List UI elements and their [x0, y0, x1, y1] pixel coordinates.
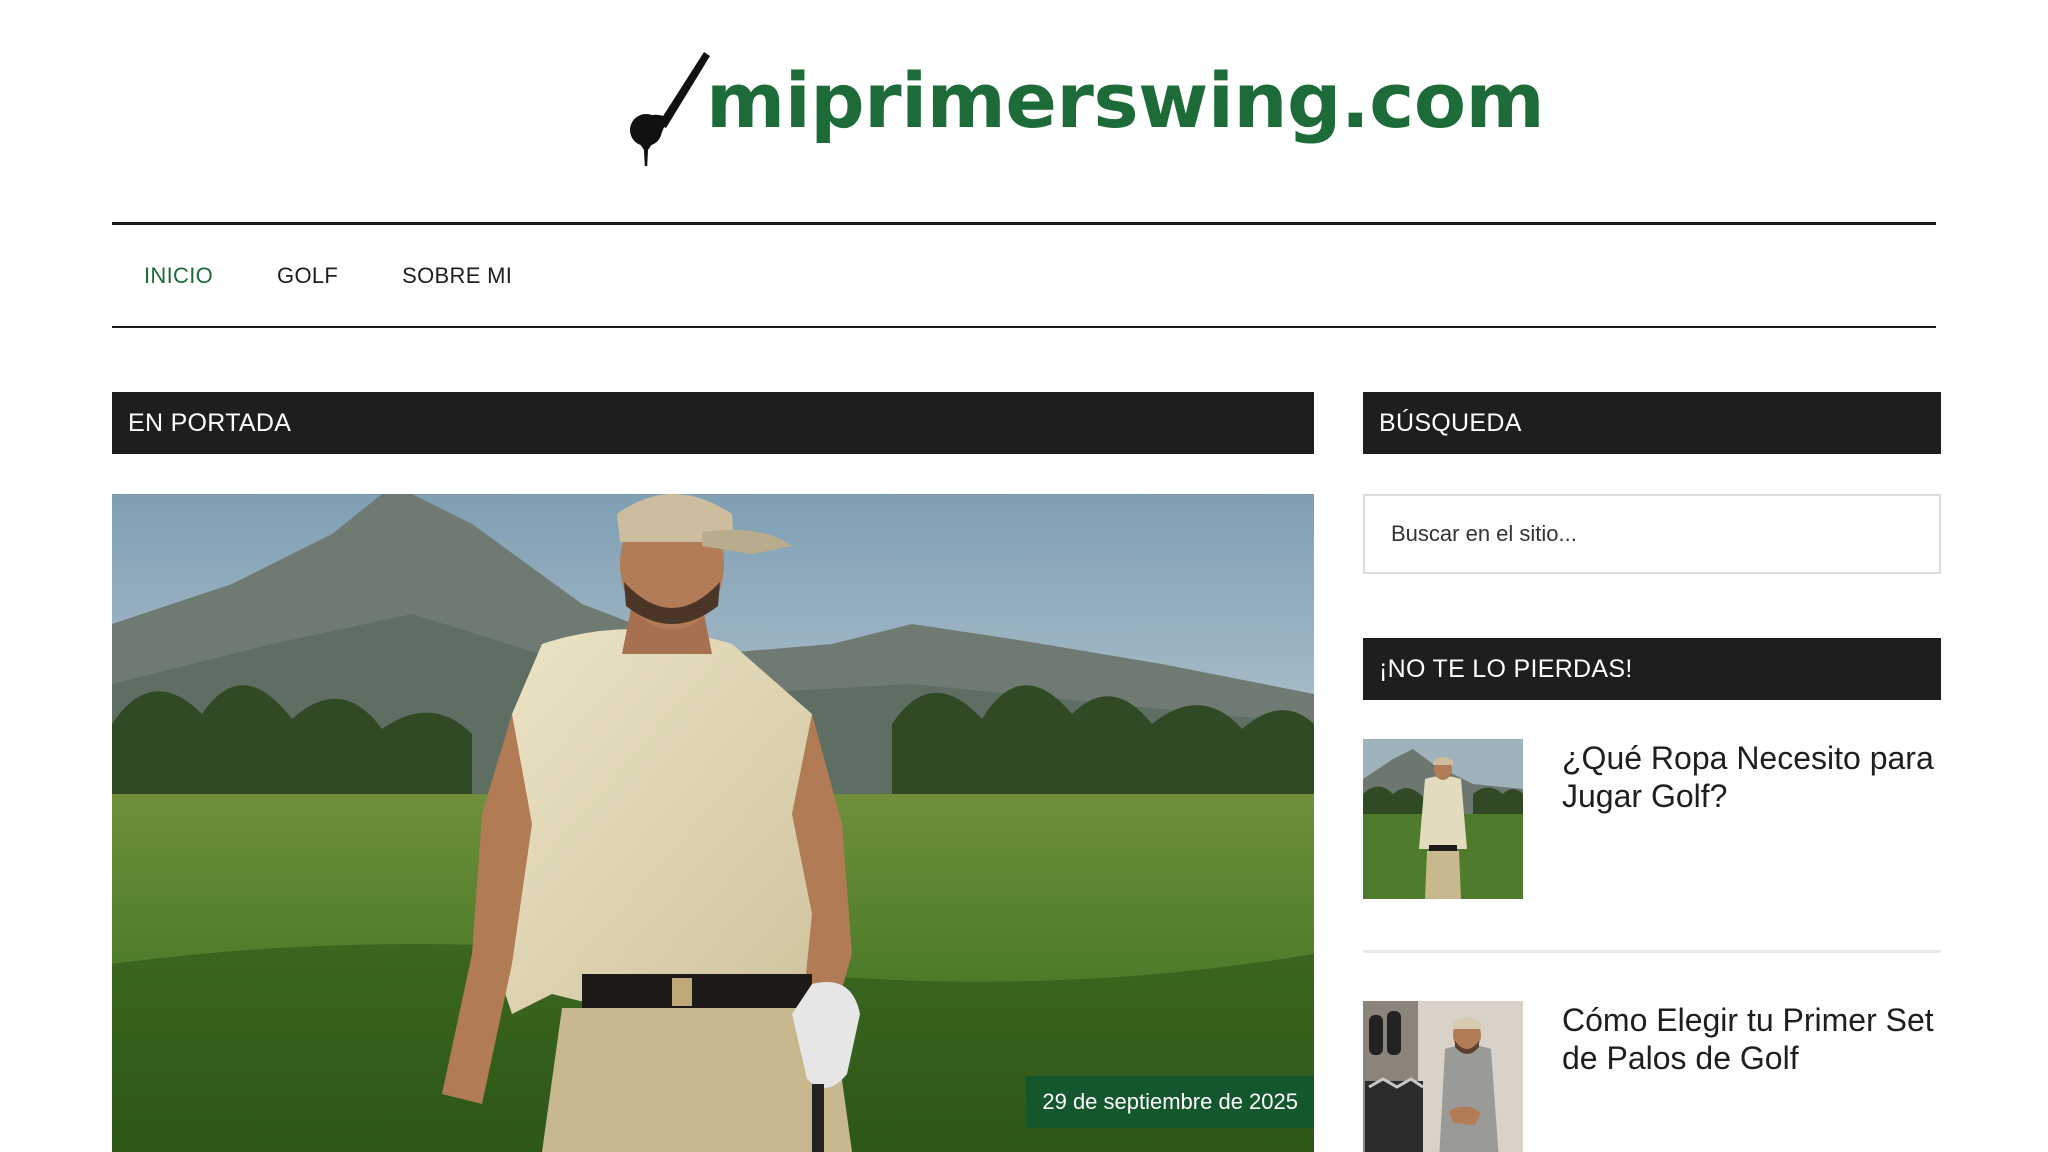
sidebar-divider — [1363, 950, 1941, 953]
site-logo[interactable]: miprimerswing.com — [622, 46, 1545, 166]
sidebar-post: Cómo Elegir tu Primer Set de Palos de Go… — [1363, 1001, 1941, 1152]
sidebar-post-title[interactable]: Cómo Elegir tu Primer Set de Palos de Go… — [1562, 1001, 1941, 1077]
golf-club-icon — [630, 52, 710, 166]
main-navigation: INICIO GOLF SOBRE MI — [112, 222, 1936, 328]
search-input[interactable] — [1363, 494, 1941, 574]
golf-clubs-shop-thumbnail — [1363, 1001, 1523, 1152]
featured-post[interactable]: 29 de septiembre de 2025 — [112, 494, 1314, 1152]
section-title-en-portada: EN PORTADA — [112, 392, 1314, 454]
site-logo-text: miprimerswing.com — [706, 56, 1545, 145]
nav-item-golf[interactable]: GOLF — [277, 263, 338, 289]
sidebar-post-thumbnail[interactable] — [1363, 739, 1523, 899]
golfer-thumbnail — [1363, 739, 1523, 899]
nav-item-inicio[interactable]: INICIO — [144, 263, 213, 289]
sidebar-post-title[interactable]: ¿Qué Ropa Necesito para Jugar Golf? — [1562, 739, 1941, 815]
post-date-badge: 29 de septiembre de 2025 — [1026, 1076, 1314, 1128]
sidebar-post-thumbnail[interactable] — [1363, 1001, 1523, 1152]
section-title-busqueda: BÚSQUEDA — [1363, 392, 1941, 454]
site-header: miprimerswing.com — [0, 0, 2048, 222]
section-title-no-te-lo-pierdas: ¡NO TE LO PIERDAS! — [1363, 638, 1941, 700]
sidebar-post: ¿Qué Ropa Necesito para Jugar Golf? — [1363, 739, 1941, 899]
nav-item-sobre-mi[interactable]: SOBRE MI — [402, 263, 512, 289]
golfer-on-course-photo — [112, 494, 1314, 1152]
